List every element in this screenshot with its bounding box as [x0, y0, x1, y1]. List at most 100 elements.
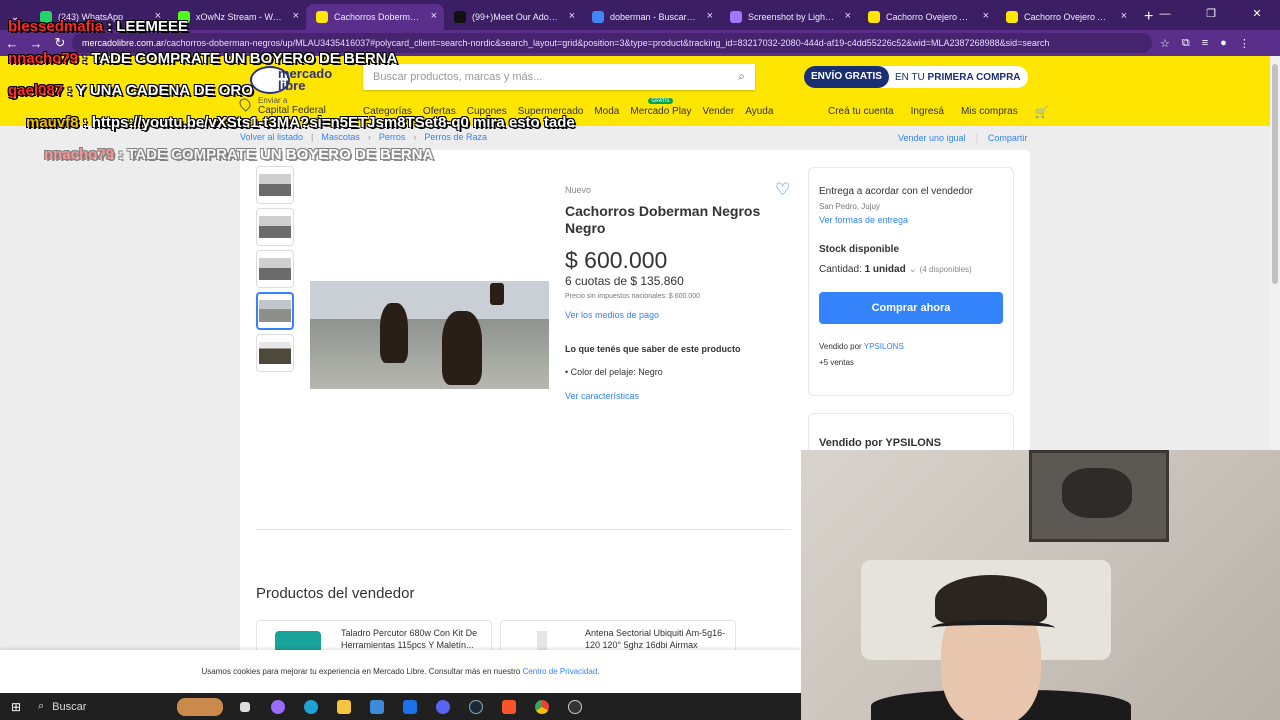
scrollbar-thumb[interactable] [1272, 64, 1278, 284]
chat-message: mauvf8: https://youtu.be/vXSts1-t3MA?si=… [26, 114, 575, 131]
user-link[interactable]: Mis compras [961, 106, 1018, 119]
chat-message: nnacho79: TADE COMPRATE UN BOYERO DE BER… [44, 146, 433, 163]
copilot-icon[interactable] [261, 693, 294, 720]
tab-strip: ⌄(243) WhatsApp×xOwNz Stream - Watch Li×… [0, 0, 1280, 30]
browser-tab[interactable]: Cachorros Doberman Ne × [306, 4, 444, 30]
page-scrollbar[interactable] [1270, 56, 1280, 450]
favorite-heart-icon[interactable]: ♡ [775, 180, 790, 200]
close-tab-icon[interactable]: × [983, 10, 989, 22]
minimize-icon[interactable]: — [1142, 0, 1188, 28]
thumbnail[interactable] [256, 334, 294, 372]
user-link[interactable]: Creá tu cuenta [828, 106, 894, 119]
wall-poster [1029, 450, 1169, 542]
tab-title: xOwNz Stream - Watch Li [196, 12, 284, 22]
nav-link-label: Moda [594, 106, 620, 117]
seller-product-name: Antena Sectorial Ubiquiti Am-5g16-120 12… [585, 628, 726, 650]
restore-icon[interactable]: ❐ [1188, 0, 1234, 28]
browser-tab[interactable]: doberman - Buscar con G × [582, 4, 720, 30]
file-explorer-icon[interactable] [327, 693, 360, 720]
search-icon[interactable]: ⌕ [738, 69, 745, 84]
free-shipping-banner[interactable]: ENVÍO GRATIS EN TU PRIMERA COMPRA [804, 66, 1028, 88]
delivery-location[interactable]: Enviar a Capital Federal [237, 96, 326, 116]
breadcrumb-mascotas[interactable]: Mascotas [321, 132, 360, 142]
chat-text: : Y UNA CADENA DE ORO [67, 82, 253, 99]
thumbnail[interactable] [256, 208, 294, 246]
thumbnail-gallery [256, 166, 294, 376]
profile-icon[interactable]: ● [1220, 37, 1227, 50]
close-tab-icon[interactable]: × [431, 10, 437, 22]
search-placeholder: Buscar productos, marcas y más... [373, 71, 543, 83]
condition-label: Nuevo [565, 185, 592, 195]
browser-tab[interactable]: Cachorro Ovejero Alemá × [858, 4, 996, 30]
close-tab-icon[interactable]: × [569, 10, 575, 22]
mail-icon[interactable] [393, 693, 426, 720]
media-icon[interactable]: ≡ [1202, 37, 1208, 50]
nav-link[interactable]: Vender [703, 106, 735, 117]
breadcrumb: Volver al listado | Mascotas › Perros › … [240, 132, 487, 142]
taskbar-widget[interactable] [172, 693, 228, 720]
tab-favicon-icon [868, 11, 880, 23]
window-controls: — ❐ ✕ [1142, 0, 1280, 28]
location-label: Enviar a [258, 96, 288, 105]
search-input[interactable]: Buscar productos, marcas y más... ⌕ [363, 64, 755, 90]
privacy-center-link[interactable]: Centro de Privacidad. [523, 667, 600, 676]
close-tab-icon[interactable]: × [293, 10, 299, 22]
browser-tab[interactable]: xOwNz Stream - Watch Li × [168, 4, 306, 30]
thumbnail[interactable] [256, 250, 294, 288]
quantity-available: (4 disponibles) [919, 265, 972, 274]
share-link[interactable]: Compartir [988, 133, 1028, 143]
menu-icon[interactable]: ⋮ [1239, 37, 1250, 50]
back-to-list-link[interactable]: Volver al listado [240, 132, 303, 142]
seller-link[interactable]: YPSILONS [864, 342, 904, 351]
brave-icon[interactable] [492, 693, 525, 720]
browser-tab[interactable]: Screenshot by Lightshot × [720, 4, 858, 30]
mercadolibre-logo[interactable]: mercado libre [250, 64, 350, 100]
bookmark-star-icon[interactable]: ☆ [1160, 37, 1170, 50]
browser-tab[interactable]: (99+)Meet Our Adorable × [444, 4, 582, 30]
installments: 6 cuotas de $ 135.860 [565, 274, 684, 288]
chat-message: blessedmafia: LEEMEEE [8, 18, 188, 35]
obs-icon[interactable] [558, 693, 591, 720]
sell-same-link[interactable]: Vender uno igual [898, 133, 966, 143]
nav-link[interactable]: Moda [594, 106, 619, 117]
chat-username: gael087 [8, 82, 64, 99]
browser-tab[interactable]: Cachorro Ovejero Alemá × [996, 4, 1134, 30]
chat-message: nnacho79: TADE COMPRATE UN BOYERO DE BER… [8, 50, 397, 67]
windows-start-icon[interactable]: ⊞ [0, 700, 32, 714]
product-highlights-title: Lo que tenés que saber de este producto [565, 344, 741, 354]
breadcrumb-perros-de-raza[interactable]: Perros de Raza [424, 132, 487, 142]
thumbnail[interactable] [256, 166, 294, 204]
close-tab-icon[interactable]: × [1121, 10, 1127, 22]
quantity-selector[interactable]: Cantidad: 1 unidad ⌄ (4 disponibles) [819, 264, 972, 275]
close-window-icon[interactable]: ✕ [1234, 0, 1280, 28]
breadcrumb-perros[interactable]: Perros [379, 132, 406, 142]
chrome-icon[interactable] [525, 693, 558, 720]
tab-title: Cachorro Ovejero Alemá [1024, 12, 1112, 22]
cart-icon[interactable]: 🛒 [1035, 106, 1049, 119]
reload-icon[interactable]: ↻ [48, 35, 72, 51]
payment-methods-link[interactable]: Ver los medios de pago [565, 310, 659, 320]
close-tab-icon[interactable]: × [845, 10, 851, 22]
tab-favicon-icon [454, 11, 466, 23]
logo-line-2: libre [278, 78, 306, 93]
buy-now-button[interactable]: Comprar ahora [819, 292, 1003, 324]
steam-icon[interactable] [459, 693, 492, 720]
see-features-link[interactable]: Ver características [565, 391, 639, 401]
extensions-icon[interactable]: ⧉ [1182, 37, 1190, 50]
store-icon[interactable] [360, 693, 393, 720]
edge-icon[interactable] [294, 693, 327, 720]
delivery-options-link[interactable]: Ver formas de entrega [819, 215, 908, 225]
back-icon[interactable]: ← [0, 36, 24, 51]
forward-icon[interactable]: → [24, 36, 48, 51]
product-main-image[interactable] [310, 281, 549, 389]
user-link[interactable]: Ingresá [911, 106, 944, 119]
task-view-icon[interactable] [228, 693, 261, 720]
close-tab-icon[interactable]: × [707, 10, 713, 22]
nav-link[interactable]: Ayuda [745, 106, 773, 117]
thumbnail-selected[interactable] [256, 292, 294, 330]
chat-username: blessedmafia [8, 18, 104, 35]
tax-note: Precio sin impuestos nacionales: $ 600.0… [565, 293, 701, 300]
discord-icon[interactable] [426, 693, 459, 720]
nav-link[interactable]: Mercado Play GRATIS [630, 98, 692, 117]
taskbar-search[interactable]: ⌕ Buscar [32, 697, 172, 717]
